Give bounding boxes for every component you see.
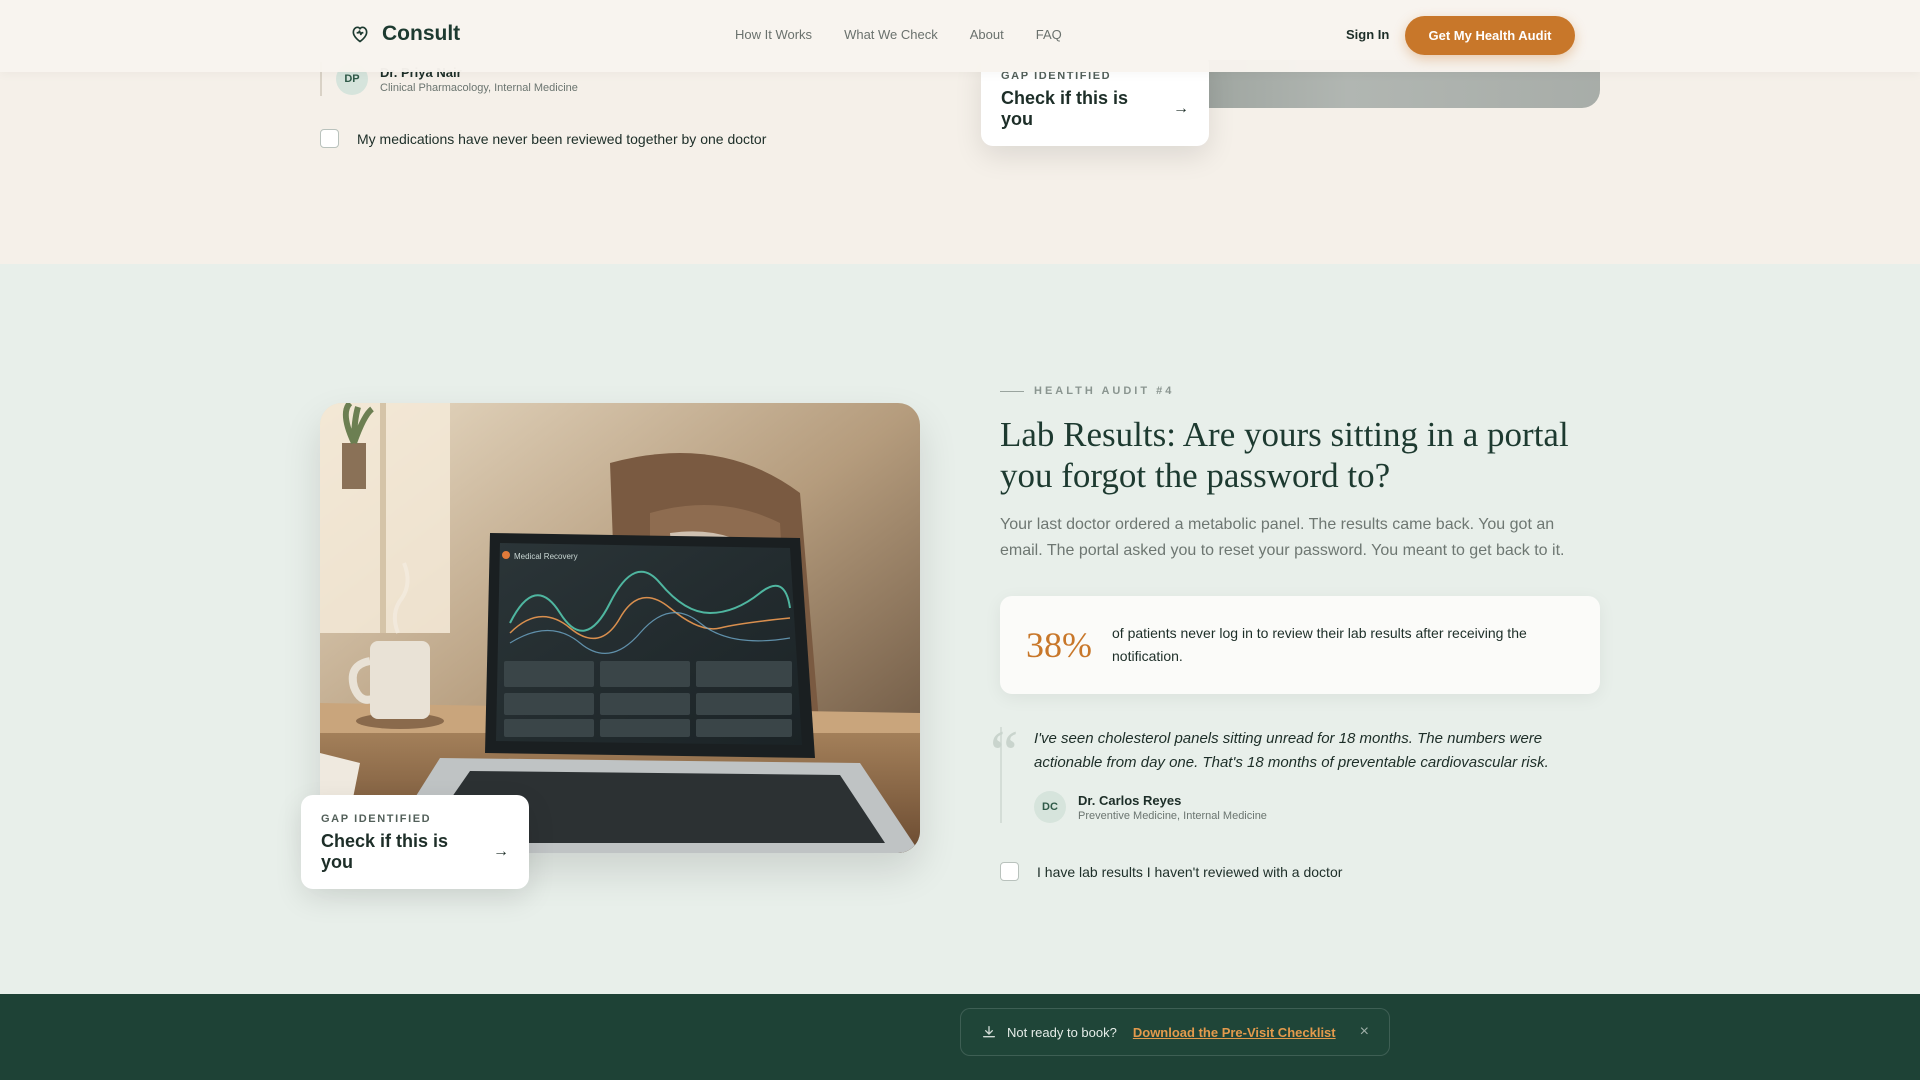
medications-checkbox[interactable] <box>320 129 339 148</box>
gap-link[interactable]: Check if this is you → <box>321 831 509 873</box>
gap-label: GAP IDENTIFIED <box>321 813 432 825</box>
lab-results-checkbox[interactable] <box>1000 862 1019 881</box>
quote-text: I've seen cholesterol panels sitting unr… <box>1034 730 1549 771</box>
audit-eyebrow: HEALTH AUDIT #4 <box>1000 385 1174 397</box>
gap-link-text: Check if this is you <box>1001 88 1129 129</box>
download-icon[interactable] <box>981 1024 997 1040</box>
medications-checkbox-label: My medications have never been reviewed … <box>357 130 767 147</box>
author-specialty: Clinical Pharmacology, Internal Medicine <box>380 81 578 94</box>
stat-card: 38% of patients never log in to review t… <box>1000 596 1600 694</box>
health-audit-section: Medical Recovery GAP IDENTIFIED Check if… <box>0 264 1920 994</box>
eyebrow-text: HEALTH AUDIT #4 <box>1034 385 1175 397</box>
brand-name: Consult <box>382 22 461 45</box>
eyebrow-line <box>1000 390 1024 392</box>
laptop-illustration: Medical Recovery <box>320 403 920 853</box>
laptop-app-title: Medical Recovery <box>514 552 578 561</box>
author-avatar: DC <box>1034 791 1066 823</box>
checklist-toast: Not ready to book? Download the Pre-Visi… <box>960 1008 1390 1056</box>
medications-checkbox-row[interactable]: My medications have never been reviewed … <box>320 129 766 148</box>
quote-mark-icon: “ <box>990 717 1019 788</box>
arrow-right-icon: → <box>1173 100 1189 117</box>
nav-how-it-works[interactable]: How It Works <box>735 27 812 42</box>
stat-description: of patients never log in to review their… <box>1112 625 1527 664</box>
author-name: Dr. Carlos Reyes <box>1078 792 1182 808</box>
audit-heading: Lab Results: Are yours sitting in a port… <box>1000 415 1569 495</box>
gap-link[interactable]: Check if this is you → <box>1001 88 1189 130</box>
audit-intro: Your last doctor ordered a metabolic pan… <box>1000 516 1565 559</box>
stat-value: 38% <box>1026 625 1092 665</box>
heart-icon <box>352 26 368 43</box>
lab-results-checkbox-row[interactable]: I have lab results I haven't reviewed wi… <box>1000 862 1342 881</box>
author-specialty: Preventive Medicine, Internal Medicine <box>1078 809 1267 822</box>
get-health-audit-button[interactable]: Get My Health Audit <box>1405 16 1575 55</box>
lab-results-checkbox-label: I have lab results I haven't reviewed wi… <box>1037 863 1343 880</box>
nav-about[interactable]: About <box>970 27 1004 42</box>
nav-what-we-check[interactable]: What We Check <box>844 27 938 42</box>
laptop-lab-results-image: Medical Recovery <box>320 403 920 853</box>
nav-faq[interactable]: FAQ <box>1036 27 1062 42</box>
close-icon[interactable]: × <box>1360 1023 1369 1041</box>
doctor-quote: “ I've seen cholesterol panels sitting u… <box>990 721 1600 823</box>
gap-identified-card[interactable]: GAP IDENTIFIED Check if this is you → <box>301 795 529 889</box>
gap-link-text: Check if this is you <box>321 831 449 872</box>
toast-text: Not ready to book? <box>1007 1024 1117 1040</box>
quote-author: DC Dr. Carlos Reyes Preventive Medicine,… <box>1034 791 1600 823</box>
download-checklist-link[interactable]: Download the Pre-Visit Checklist <box>1133 1025 1336 1040</box>
brand-logo[interactable]: Consult <box>350 22 460 46</box>
site-header: Consult How It Works What We Check About… <box>0 0 1920 72</box>
sign-in-link[interactable]: Sign In <box>1346 27 1389 42</box>
main-nav: How It Works What We Check About FAQ <box>735 27 1062 42</box>
arrow-right-icon: → <box>493 843 509 860</box>
